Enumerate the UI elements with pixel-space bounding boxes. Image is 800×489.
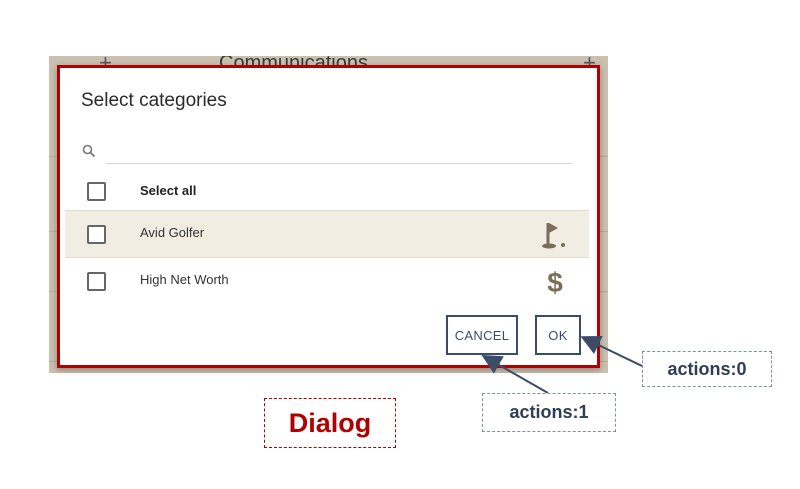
ok-callout: actions:0 [642,351,772,387]
annotation-arrows [481,335,643,394]
cancel-callout: actions:1 [482,393,616,432]
dialog-callout: Dialog [264,398,396,448]
